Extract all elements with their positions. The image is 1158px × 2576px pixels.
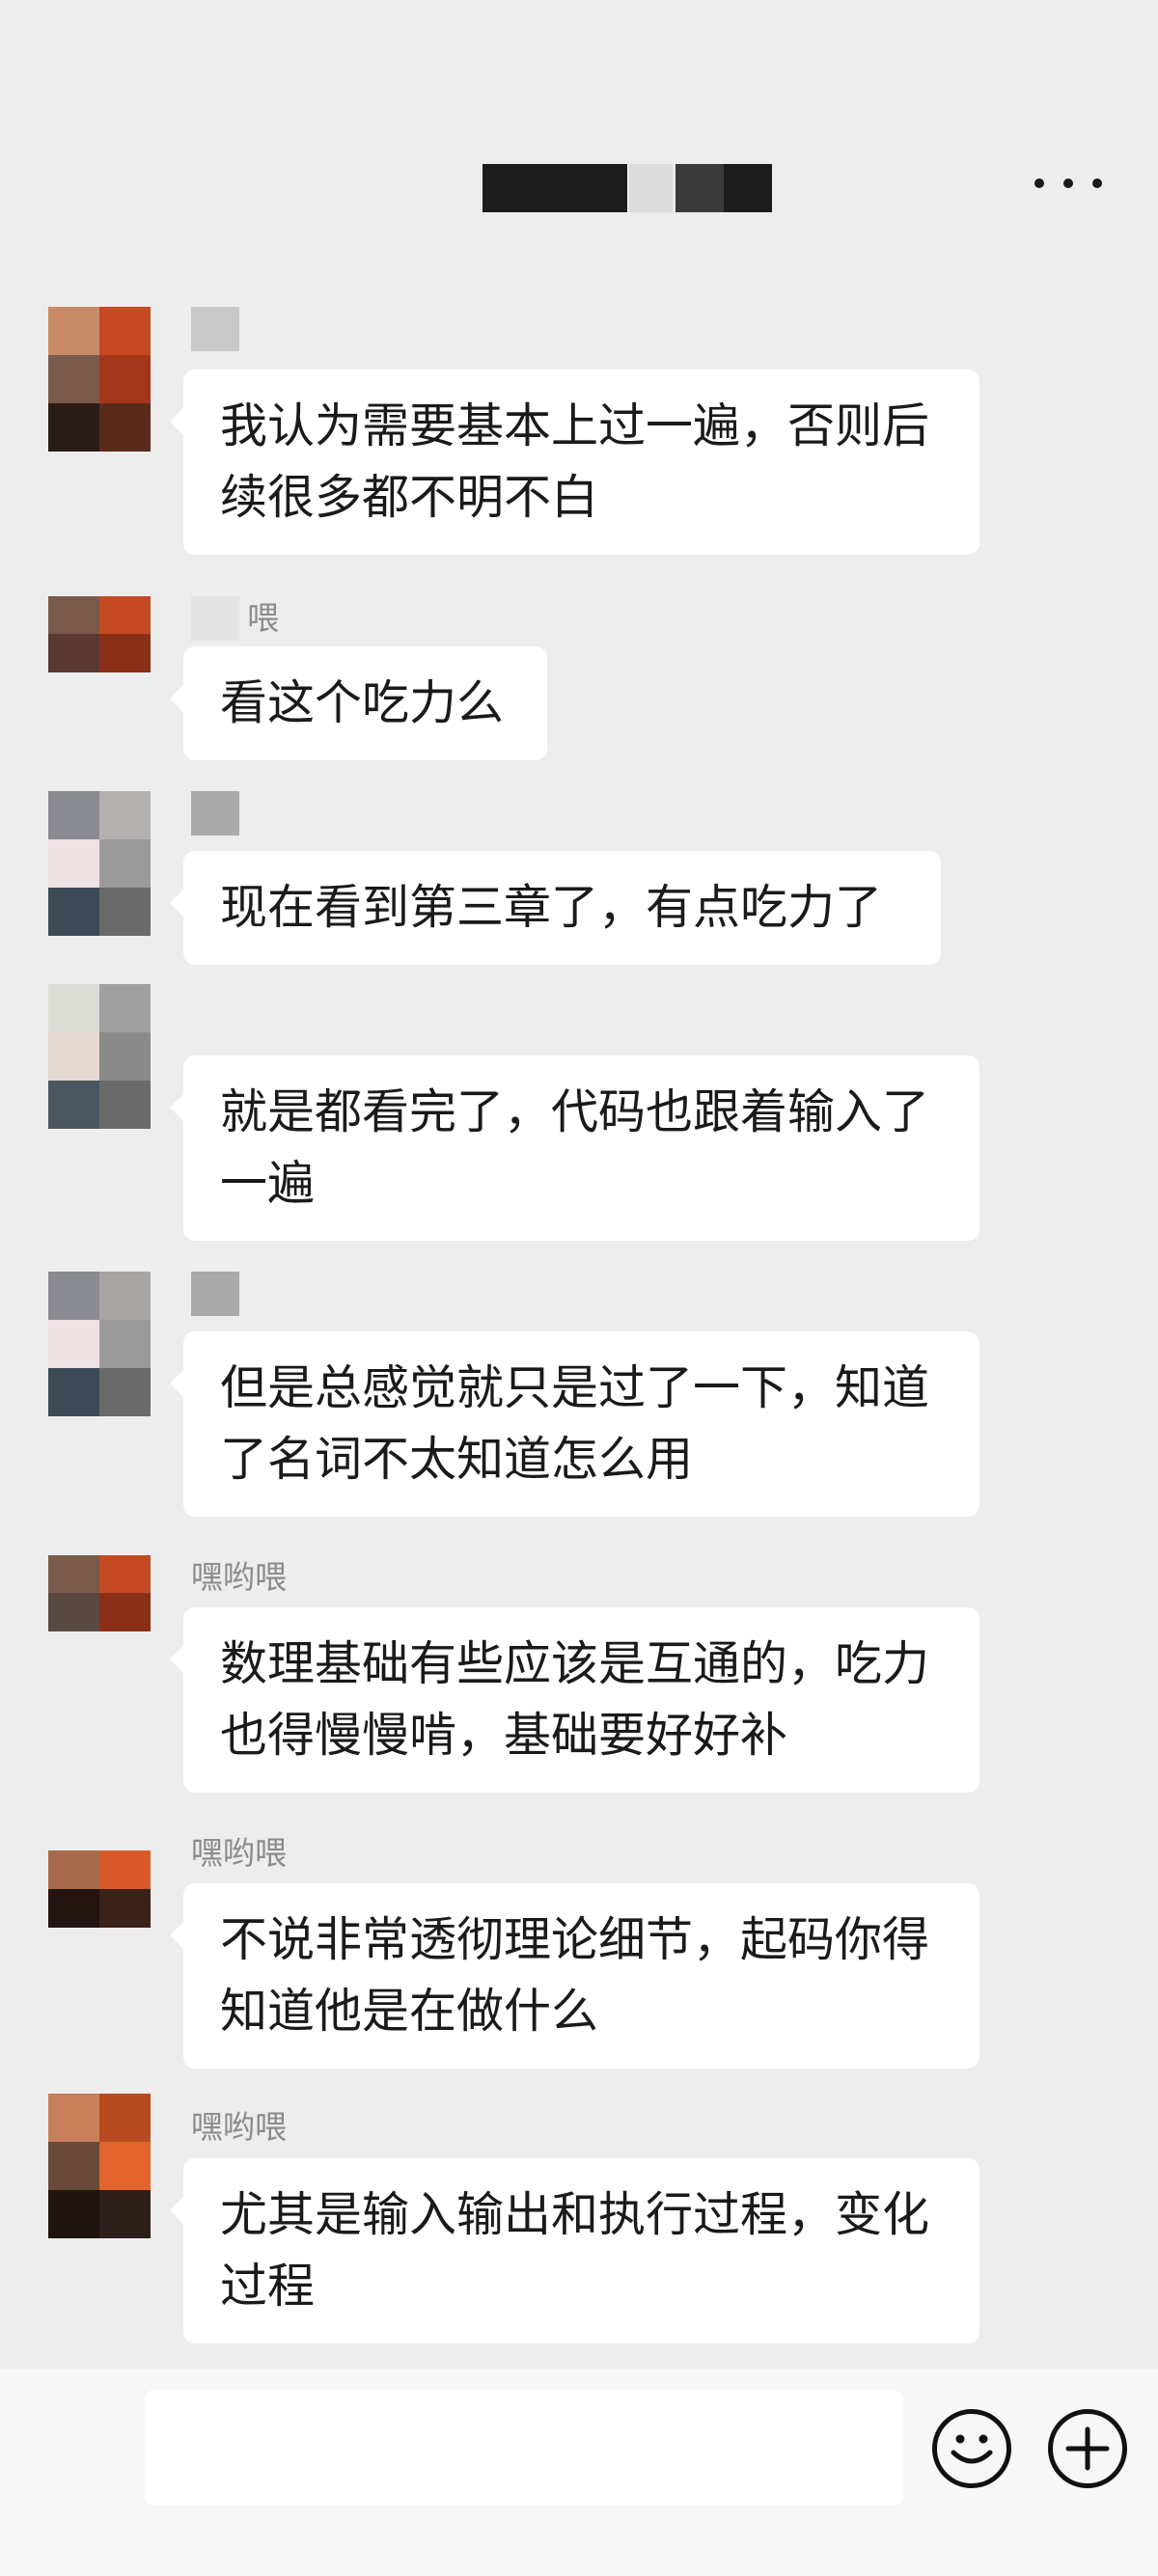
avatar[interactable] bbox=[48, 1555, 151, 1669]
sender-name bbox=[191, 1272, 247, 1316]
message-input[interactable] bbox=[145, 2390, 903, 2506]
message-bubble[interactable]: 现在看到第三章了，有点吃力了 bbox=[170, 851, 941, 965]
avatar[interactable] bbox=[48, 307, 151, 452]
more-options-icon[interactable] bbox=[1034, 159, 1102, 207]
message-bubble[interactable]: 尤其是输入输出和执行过程，变化过程 bbox=[170, 2158, 979, 2343]
sender-name: 喂 bbox=[191, 596, 279, 641]
chat-header bbox=[0, 0, 1158, 251]
sender-name bbox=[191, 307, 247, 351]
message-bubble[interactable]: 不说非常透彻理论细节，起码你得知道他是在做什么 bbox=[170, 1883, 979, 2069]
sender-name bbox=[191, 791, 247, 836]
chat-title-redacted bbox=[482, 164, 772, 212]
message-bubble[interactable]: 数理基础有些应该是互通的，吃力也得慢慢啃，基础要好好补 bbox=[170, 1607, 979, 1793]
avatar[interactable] bbox=[48, 984, 151, 1129]
sender-name: 嘿哟喂 bbox=[191, 1834, 287, 1872]
avatar[interactable] bbox=[48, 596, 151, 710]
message-bubble[interactable]: 但是总感觉就只是过了一下，知道了名词不太知道怎么用 bbox=[170, 1331, 979, 1517]
sender-name: 嘿哟喂 bbox=[191, 2108, 287, 2146]
emoji-icon[interactable] bbox=[932, 2409, 1011, 2488]
message-bubble[interactable]: 就是都看完了，代码也跟着输入了一遍 bbox=[170, 1055, 979, 1241]
avatar[interactable] bbox=[48, 791, 151, 936]
avatar[interactable] bbox=[48, 2094, 151, 2238]
sender-name: 嘿哟喂 bbox=[191, 1558, 287, 1596]
plus-icon[interactable] bbox=[1048, 2409, 1127, 2488]
message-bubble[interactable]: 看这个吃力么 bbox=[170, 646, 547, 760]
avatar[interactable] bbox=[48, 1850, 151, 1966]
avatar[interactable] bbox=[48, 1272, 151, 1416]
message-bubble[interactable]: 我认为需要基本上过一遍，否则后续很多都不明不白 bbox=[170, 370, 979, 555]
input-bar bbox=[0, 2369, 1158, 2576]
